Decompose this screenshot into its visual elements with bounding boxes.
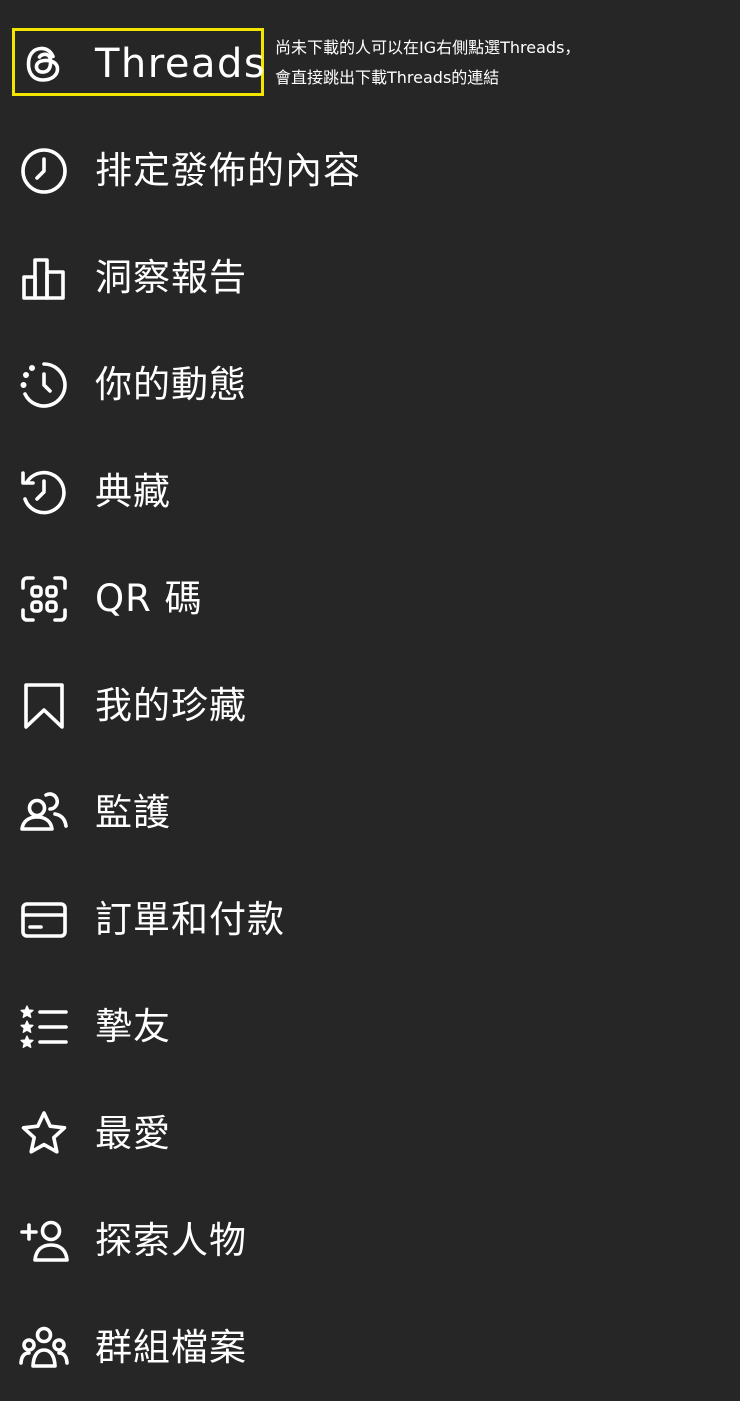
qr-code-icon: [19, 574, 69, 624]
archive-icon: [19, 467, 69, 517]
menu-item-your-activity[interactable]: 你的動態: [0, 331, 740, 438]
menu-item-favorites[interactable]: 最愛: [0, 1080, 740, 1187]
annotation-line-1: 尚未下載的人可以在IG右側點選Threads，: [275, 38, 581, 57]
supervision-icon: [19, 788, 69, 838]
menu-item-label: 摯友: [95, 1004, 171, 1048]
menu-item-label: 我的珍藏: [95, 683, 247, 727]
menu-item-label: 探索人物: [95, 1218, 247, 1262]
menu-item-label: 監護: [95, 790, 171, 834]
menu-item-qr-code[interactable]: QR 碼: [0, 545, 740, 652]
menu-item-saved[interactable]: 我的珍藏: [0, 652, 740, 759]
menu-item-label: 最愛: [95, 1111, 171, 1155]
activity-icon: [19, 360, 69, 410]
menu-item-discover-people[interactable]: 探索人物: [0, 1187, 740, 1294]
menu-item-label: 訂單和付款: [95, 897, 285, 941]
bar-chart-icon: [19, 253, 69, 303]
group-icon: [19, 1323, 69, 1373]
annotation-line-2: 會直接跳出下載Threads的連結: [275, 68, 500, 87]
menu-item-label: 洞察報告: [95, 255, 247, 299]
bookmark-icon: [19, 681, 69, 731]
annotation-note: 尚未下載的人可以在IG右側點選Threads， 會直接跳出下載Threads的連…: [275, 33, 735, 93]
menu-item-label: 排定發佈的內容: [95, 148, 361, 192]
card-icon: [19, 895, 69, 945]
menu-item-label: Threads: [95, 40, 267, 87]
menu-item-supervision[interactable]: 監護: [0, 759, 740, 866]
menu-item-orders-payments[interactable]: 訂單和付款: [0, 866, 740, 973]
menu-item-scheduled-content[interactable]: 排定發佈的內容: [0, 117, 740, 224]
menu-item-label: QR 碼: [95, 576, 203, 620]
menu-item-label: 你的動態: [95, 362, 247, 406]
menu-item-insights[interactable]: 洞察報告: [0, 224, 740, 331]
threads-icon: [19, 39, 69, 89]
menu-item-archive[interactable]: 典藏: [0, 438, 740, 545]
menu-item-close-friends[interactable]: 摯友: [0, 973, 740, 1080]
menu-item-label: 群組檔案: [95, 1325, 247, 1369]
close-friends-icon: [19, 1002, 69, 1052]
clock-icon: [19, 146, 69, 196]
star-icon: [19, 1109, 69, 1159]
menu-item-group-profiles[interactable]: 群組檔案: [0, 1294, 740, 1401]
add-person-icon: [19, 1216, 69, 1266]
side-menu: Threads 尚未下載的人可以在IG右側點選Threads， 會直接跳出下載T…: [0, 0, 740, 1399]
menu-item-label: 典藏: [95, 469, 171, 513]
